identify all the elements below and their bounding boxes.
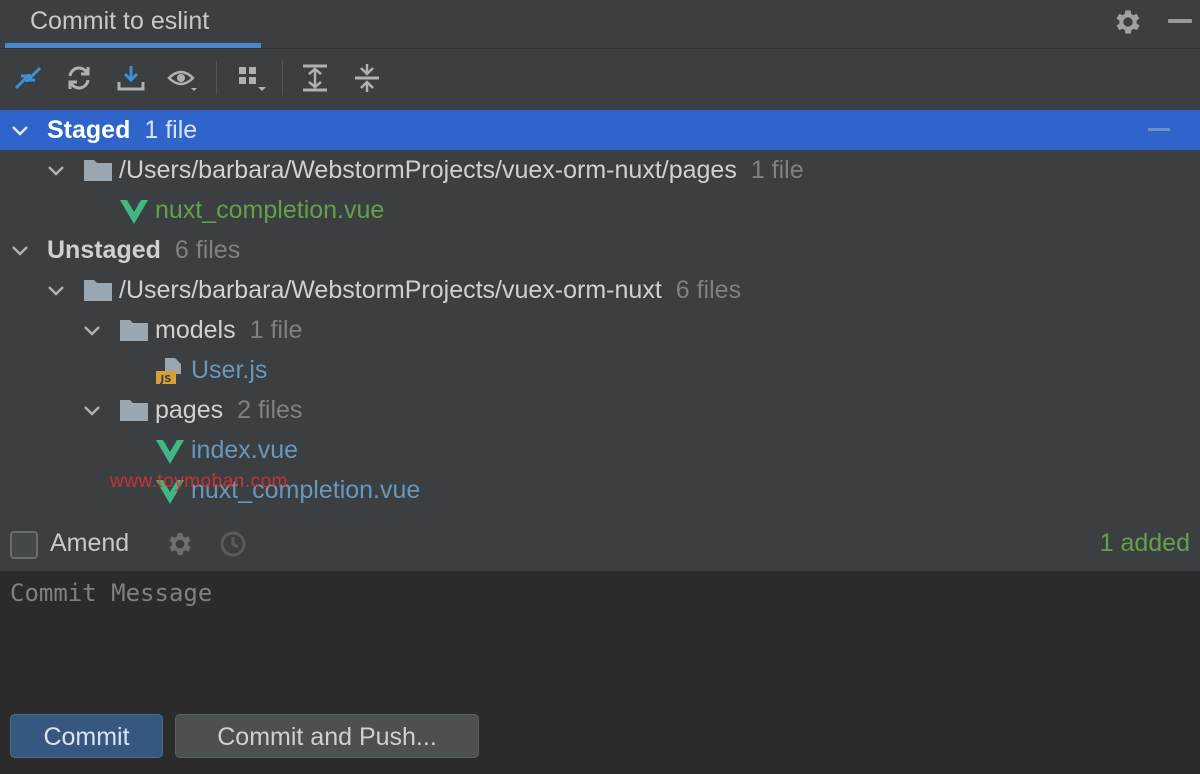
changes-status: 1 added xyxy=(1099,529,1190,557)
folder-icon xyxy=(84,160,112,181)
staged-node[interactable]: Staged 1 file xyxy=(0,110,1200,150)
commit-message-input[interactable] xyxy=(0,571,1200,701)
chevron-down-icon[interactable] xyxy=(9,120,31,142)
history-clock-icon[interactable] xyxy=(218,529,248,559)
commit-and-push-button[interactable]: Commit and Push... xyxy=(175,714,479,758)
amend-label[interactable]: Amend xyxy=(50,529,129,558)
refresh-icon[interactable] xyxy=(63,62,95,94)
unstaged-node[interactable]: Unstaged 6 files xyxy=(0,230,1200,270)
chevron-down-icon[interactable] xyxy=(45,280,67,302)
toolbar xyxy=(0,48,1200,107)
tree-folder-row[interactable]: /Users/barbara/WebstormProjects/vuex-orm… xyxy=(0,150,1200,190)
folder-count: 1 file xyxy=(750,156,804,184)
file-name: User.js xyxy=(191,356,268,384)
folder-count: 6 files xyxy=(675,276,742,304)
chevron-down-icon[interactable] xyxy=(81,320,103,342)
chevron-down-icon[interactable] xyxy=(81,400,103,422)
gear-icon[interactable] xyxy=(1112,6,1144,38)
commit-message-panel: Commit Commit and Push... xyxy=(0,571,1200,774)
folder-path: /Users/barbara/WebstormProjects/vuex-orm… xyxy=(119,276,662,304)
minimize-icon[interactable] xyxy=(1168,19,1192,23)
tree-folder-row[interactable]: /Users/barbara/WebstormProjects/vuex-orm… xyxy=(0,270,1200,310)
amend-bar: Amend 1 added xyxy=(0,526,1200,571)
tool-window-header: Commit to eslint xyxy=(0,0,1200,48)
tree-file-row[interactable]: JS User.js xyxy=(0,350,1200,390)
tree-file-row[interactable]: index.vue xyxy=(0,430,1200,470)
commit-options-gear-icon[interactable] xyxy=(165,529,195,559)
unstaged-label: Unstaged xyxy=(47,236,161,264)
expand-all-icon[interactable] xyxy=(299,62,331,94)
amend-checkbox[interactable] xyxy=(10,531,38,559)
minus-icon[interactable] xyxy=(1148,128,1170,131)
changes-tree: Staged 1 file /Users/barbara/WebstormProj… xyxy=(0,108,1200,526)
watermark-text: www.toymoban.com xyxy=(110,471,289,492)
chevron-down-icon[interactable] xyxy=(9,240,31,262)
vue-file-icon xyxy=(120,200,148,224)
folder-path: /Users/barbara/WebstormProjects/vuex-orm… xyxy=(119,156,737,184)
tree-folder-row[interactable]: pages 2 files xyxy=(0,390,1200,430)
folder-count: 2 files xyxy=(237,396,303,424)
folder-icon xyxy=(84,280,112,301)
toolbar-separator xyxy=(216,61,217,95)
unstaged-count: 6 files xyxy=(174,236,241,264)
folder-count: 1 file xyxy=(249,316,303,344)
commit-button[interactable]: Commit xyxy=(10,714,163,758)
staged-label: Staged xyxy=(47,116,131,144)
svg-text:JS: JS xyxy=(160,374,172,385)
staged-count: 1 file xyxy=(144,116,198,144)
download-icon[interactable] xyxy=(115,62,147,94)
js-file-icon: JS xyxy=(156,358,181,385)
toolbar-separator xyxy=(282,61,283,95)
collapse-all-icon[interactable] xyxy=(351,62,383,94)
folder-name: models xyxy=(155,316,236,344)
tree-folder-row[interactable]: models 1 file xyxy=(0,310,1200,350)
tool-window-title[interactable]: Commit to eslint xyxy=(30,7,209,36)
vue-file-icon xyxy=(156,440,184,464)
folder-icon xyxy=(120,320,148,341)
folder-name: pages xyxy=(155,396,224,424)
diff-arrows-icon[interactable] xyxy=(12,62,44,94)
chevron-down-icon[interactable] xyxy=(45,160,67,182)
tree-file-row[interactable]: nuxt_completion.vue xyxy=(0,190,1200,230)
folder-icon xyxy=(120,400,148,421)
eye-dropdown-icon[interactable] xyxy=(167,62,199,94)
group-by-icon[interactable] xyxy=(236,62,268,94)
file-name: index.vue xyxy=(191,436,299,464)
file-name: nuxt_completion.vue xyxy=(155,196,385,224)
